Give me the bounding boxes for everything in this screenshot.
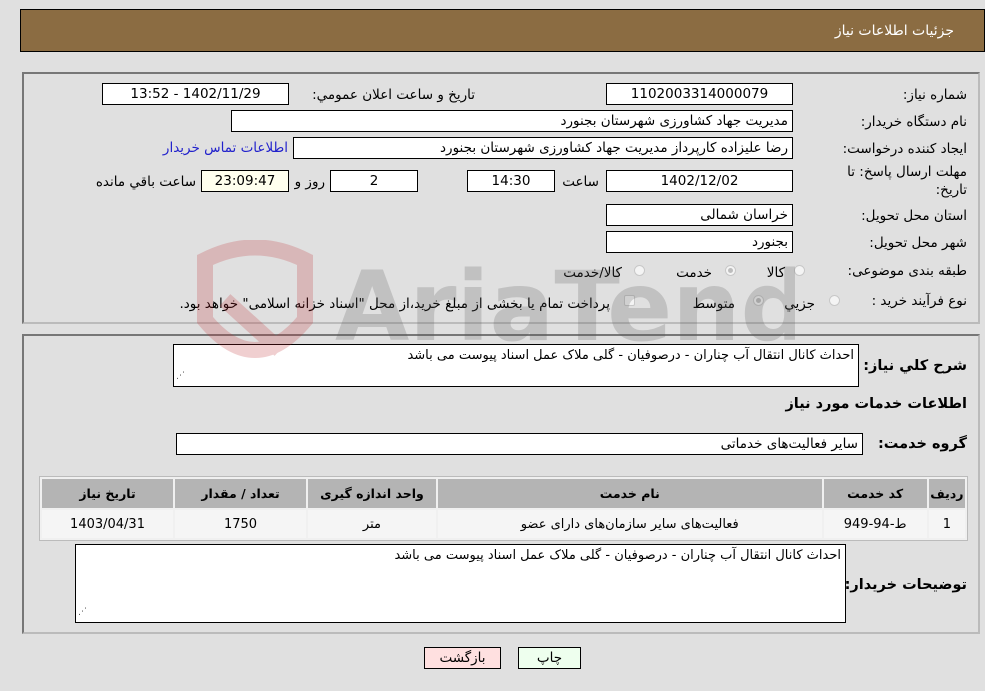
col-header-service-name: نام خدمت: [437, 479, 822, 508]
col-header-row-number: ردیف: [928, 479, 965, 508]
city-field: بجنورد: [606, 231, 793, 253]
announce-datetime-field: 1402/11/29 - 13:52: [102, 83, 289, 105]
requester-field: رضا علیزاده کارپرداز مدیریت جهاد کشاورزی…: [293, 137, 793, 159]
purchase-type-option-medium: متوسط: [692, 296, 735, 312]
treasury-note: پرداخت تمام یا بخشی از مبلغ خرید،از محل …: [179, 296, 610, 312]
buyer-notes-text: احداث کانال انتقال آب چناران - درصوفیان …: [394, 548, 841, 563]
province-label: استان محل تحویل:: [861, 208, 967, 224]
buyer-notes-textarea[interactable]: احداث کانال انتقال آب چناران - درصوفیان …: [75, 544, 846, 623]
category-radio-service[interactable]: [725, 265, 736, 276]
category-label: طبقه بندی موضوعی:: [847, 263, 967, 279]
table-header-row: ردیف کد خدمت نام خدمت واحد اندازه گیری ت…: [42, 479, 965, 508]
page-title: جزئیات اطلاعات نیاز: [834, 23, 954, 39]
category-option-goods: کالا: [766, 265, 785, 281]
need-number-field: 1102003314000079: [606, 83, 793, 105]
buyer-org-field: مدیریت جهاد کشاورزی شهرستان بجنورد: [231, 110, 793, 132]
category-option-service: خدمت: [676, 265, 712, 281]
purchase-type-radio-minor[interactable]: [829, 295, 840, 306]
services-section-title: اطلاعات خدمات مورد نیاز: [785, 396, 967, 412]
cell-need-date: 1403/04/31: [42, 510, 174, 538]
services-table: ردیف کد خدمت نام خدمت واحد اندازه گیری ت…: [39, 476, 968, 541]
cell-unit: متر: [308, 510, 436, 538]
city-label: شهر محل تحویل:: [869, 235, 967, 251]
deadline-date-field: 1402/12/02: [606, 170, 793, 192]
days-remaining-field: 2: [330, 170, 418, 192]
page-header: جزئیات اطلاعات نیاز: [20, 9, 985, 52]
deadline-time-field: 14:30: [467, 170, 555, 192]
cell-quantity: 1750: [175, 510, 307, 538]
category-radio-goods[interactable]: [794, 265, 805, 276]
need-number-label: شماره نیاز:: [902, 87, 967, 103]
buyer-org-label: نام دستگاه خریدار:: [860, 114, 967, 130]
purchase-type-radio-medium[interactable]: [753, 295, 764, 306]
purchase-type-option-minor: جزیي: [784, 296, 815, 312]
resize-grip-icon[interactable]: ⋰: [78, 603, 87, 621]
service-group-label: گروه خدمت:: [877, 436, 967, 452]
cell-service-name: فعالیت‌های سایر سازمان‌های دارای عضو: [437, 510, 822, 538]
province-field: خراسان شمالی: [606, 204, 793, 226]
col-header-service-code: کد خدمت: [823, 479, 927, 508]
deadline-label-line2: تاریخ:: [935, 182, 967, 198]
requester-label: ایجاد کننده درخواست:: [842, 141, 967, 157]
purchase-type-label: نوع فرآیند خرید :: [871, 293, 967, 309]
deadline-label-line1: مهلت ارسال پاسخ: تا: [847, 164, 967, 180]
deadline-time-label: ساعت: [562, 174, 599, 190]
announce-datetime-label: تاریخ و ساعت اعلان عمومي:: [312, 87, 475, 103]
back-button[interactable]: بازگشت: [424, 647, 501, 669]
days-label: روز و: [294, 174, 325, 190]
category-radio-goods-service[interactable]: [634, 265, 645, 276]
need-summary-textarea[interactable]: احداث کانال انتقال آب چناران - درصوفیان …: [173, 344, 859, 387]
service-group-field: سایر فعالیت‌های خدماتی: [176, 433, 863, 455]
time-remaining-field: 23:09:47: [201, 170, 289, 192]
buyer-contact-link[interactable]: اطلاعات تماس خریدار: [163, 140, 288, 156]
print-button[interactable]: چاپ: [518, 647, 581, 669]
need-summary-text: احداث کانال انتقال آب چناران - درصوفیان …: [407, 348, 854, 363]
buyer-notes-label: توضیحات خریدار:: [844, 577, 967, 593]
cell-service-code: ط-94-949: [823, 510, 927, 538]
cell-row-number: 1: [928, 510, 965, 538]
treasury-checkbox[interactable]: [624, 295, 635, 306]
table-row: 1 ط-94-949 فعالیت‌های سایر سازمان‌های دا…: [42, 510, 965, 538]
category-option-goods-service: کالا/خدمت: [563, 265, 622, 281]
need-summary-label: شرح کلي نیاز:: [863, 358, 967, 374]
col-header-unit: واحد اندازه گیری: [308, 479, 436, 508]
col-header-need-date: تاریخ نیاز: [42, 479, 174, 508]
col-header-quantity: تعداد / مقدار: [175, 479, 307, 508]
resize-grip-icon[interactable]: ⋰: [176, 367, 185, 385]
time-remaining-label: ساعت باقي مانده: [95, 174, 196, 190]
